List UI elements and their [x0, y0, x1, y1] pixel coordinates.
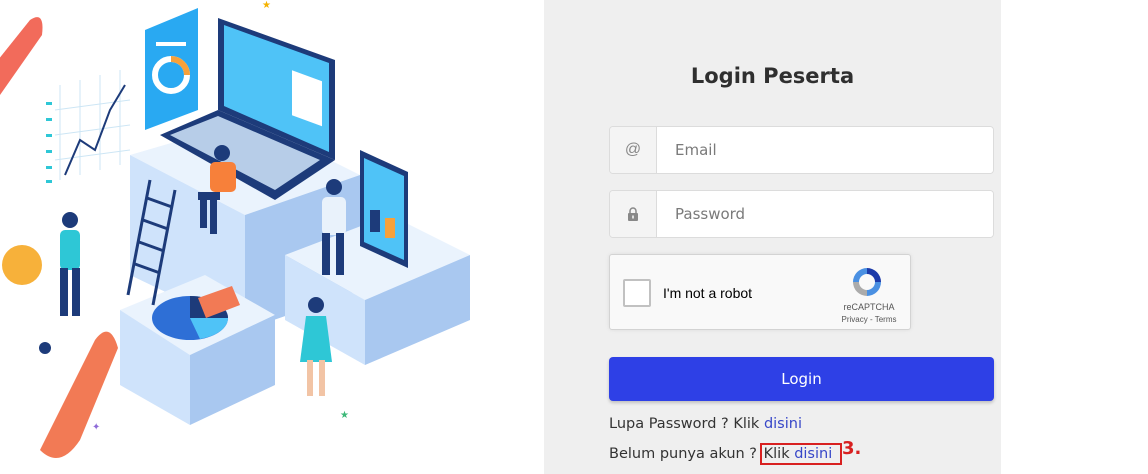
star-icon-green: ★: [340, 410, 349, 421]
forgot-password-link[interactable]: disini: [764, 416, 802, 432]
register-text: Belum punya akun ?: [609, 446, 762, 462]
isometric-illustration: ★ ★ ✦: [0, 0, 470, 458]
forgot-password-line: Lupa Password ? Klik disini: [609, 416, 802, 432]
password-input-group: [609, 190, 994, 238]
sparkle-icon: ✦: [92, 422, 100, 433]
forgot-password-text: Lupa Password ? Klik: [609, 416, 764, 432]
decorative-stripe-top: [0, 17, 43, 95]
recaptcha-logo-icon: [853, 268, 881, 296]
email-input[interactable]: [657, 127, 993, 173]
password-input[interactable]: [657, 191, 993, 237]
illustration-panel: ★ ★ ✦: [0, 0, 544, 474]
blank-area: [1001, 0, 1148, 474]
register-highlight-box: Klik disini: [759, 443, 843, 465]
growth-chart-icon: [46, 70, 131, 183]
page-title: Login Peserta: [690, 64, 855, 88]
decorative-circle-orange: [2, 245, 42, 285]
recaptcha-privacy-terms[interactable]: Privacy - Terms: [834, 315, 904, 324]
recaptcha-brand: reCAPTCHA: [843, 302, 895, 312]
decorative-stripe-bottom: [40, 331, 118, 458]
lock-icon: [610, 191, 657, 237]
recaptcha-label: I'm not a robot: [663, 285, 753, 301]
register-klik-text: Klik: [763, 446, 795, 462]
email-input-group: @: [609, 126, 994, 174]
register-link[interactable]: disini: [794, 446, 832, 462]
person-with-phone: [60, 212, 80, 316]
decorative-circle-dark: [39, 342, 51, 354]
register-line: Belum punya akun ? Klik disini: [609, 443, 843, 465]
login-panel: Login Peserta @ I'm not a robot reCAPTCH…: [544, 0, 1001, 474]
login-button[interactable]: Login: [609, 357, 994, 401]
recaptcha-checkbox[interactable]: [623, 279, 651, 307]
dashboard-card-icon: [145, 8, 198, 130]
star-icon: ★: [262, 0, 271, 11]
step-annotation: 3.: [842, 438, 862, 459]
recaptcha-widget: I'm not a robot reCAPTCHA Privacy - Term…: [609, 254, 911, 330]
at-sign-icon: @: [610, 127, 657, 173]
